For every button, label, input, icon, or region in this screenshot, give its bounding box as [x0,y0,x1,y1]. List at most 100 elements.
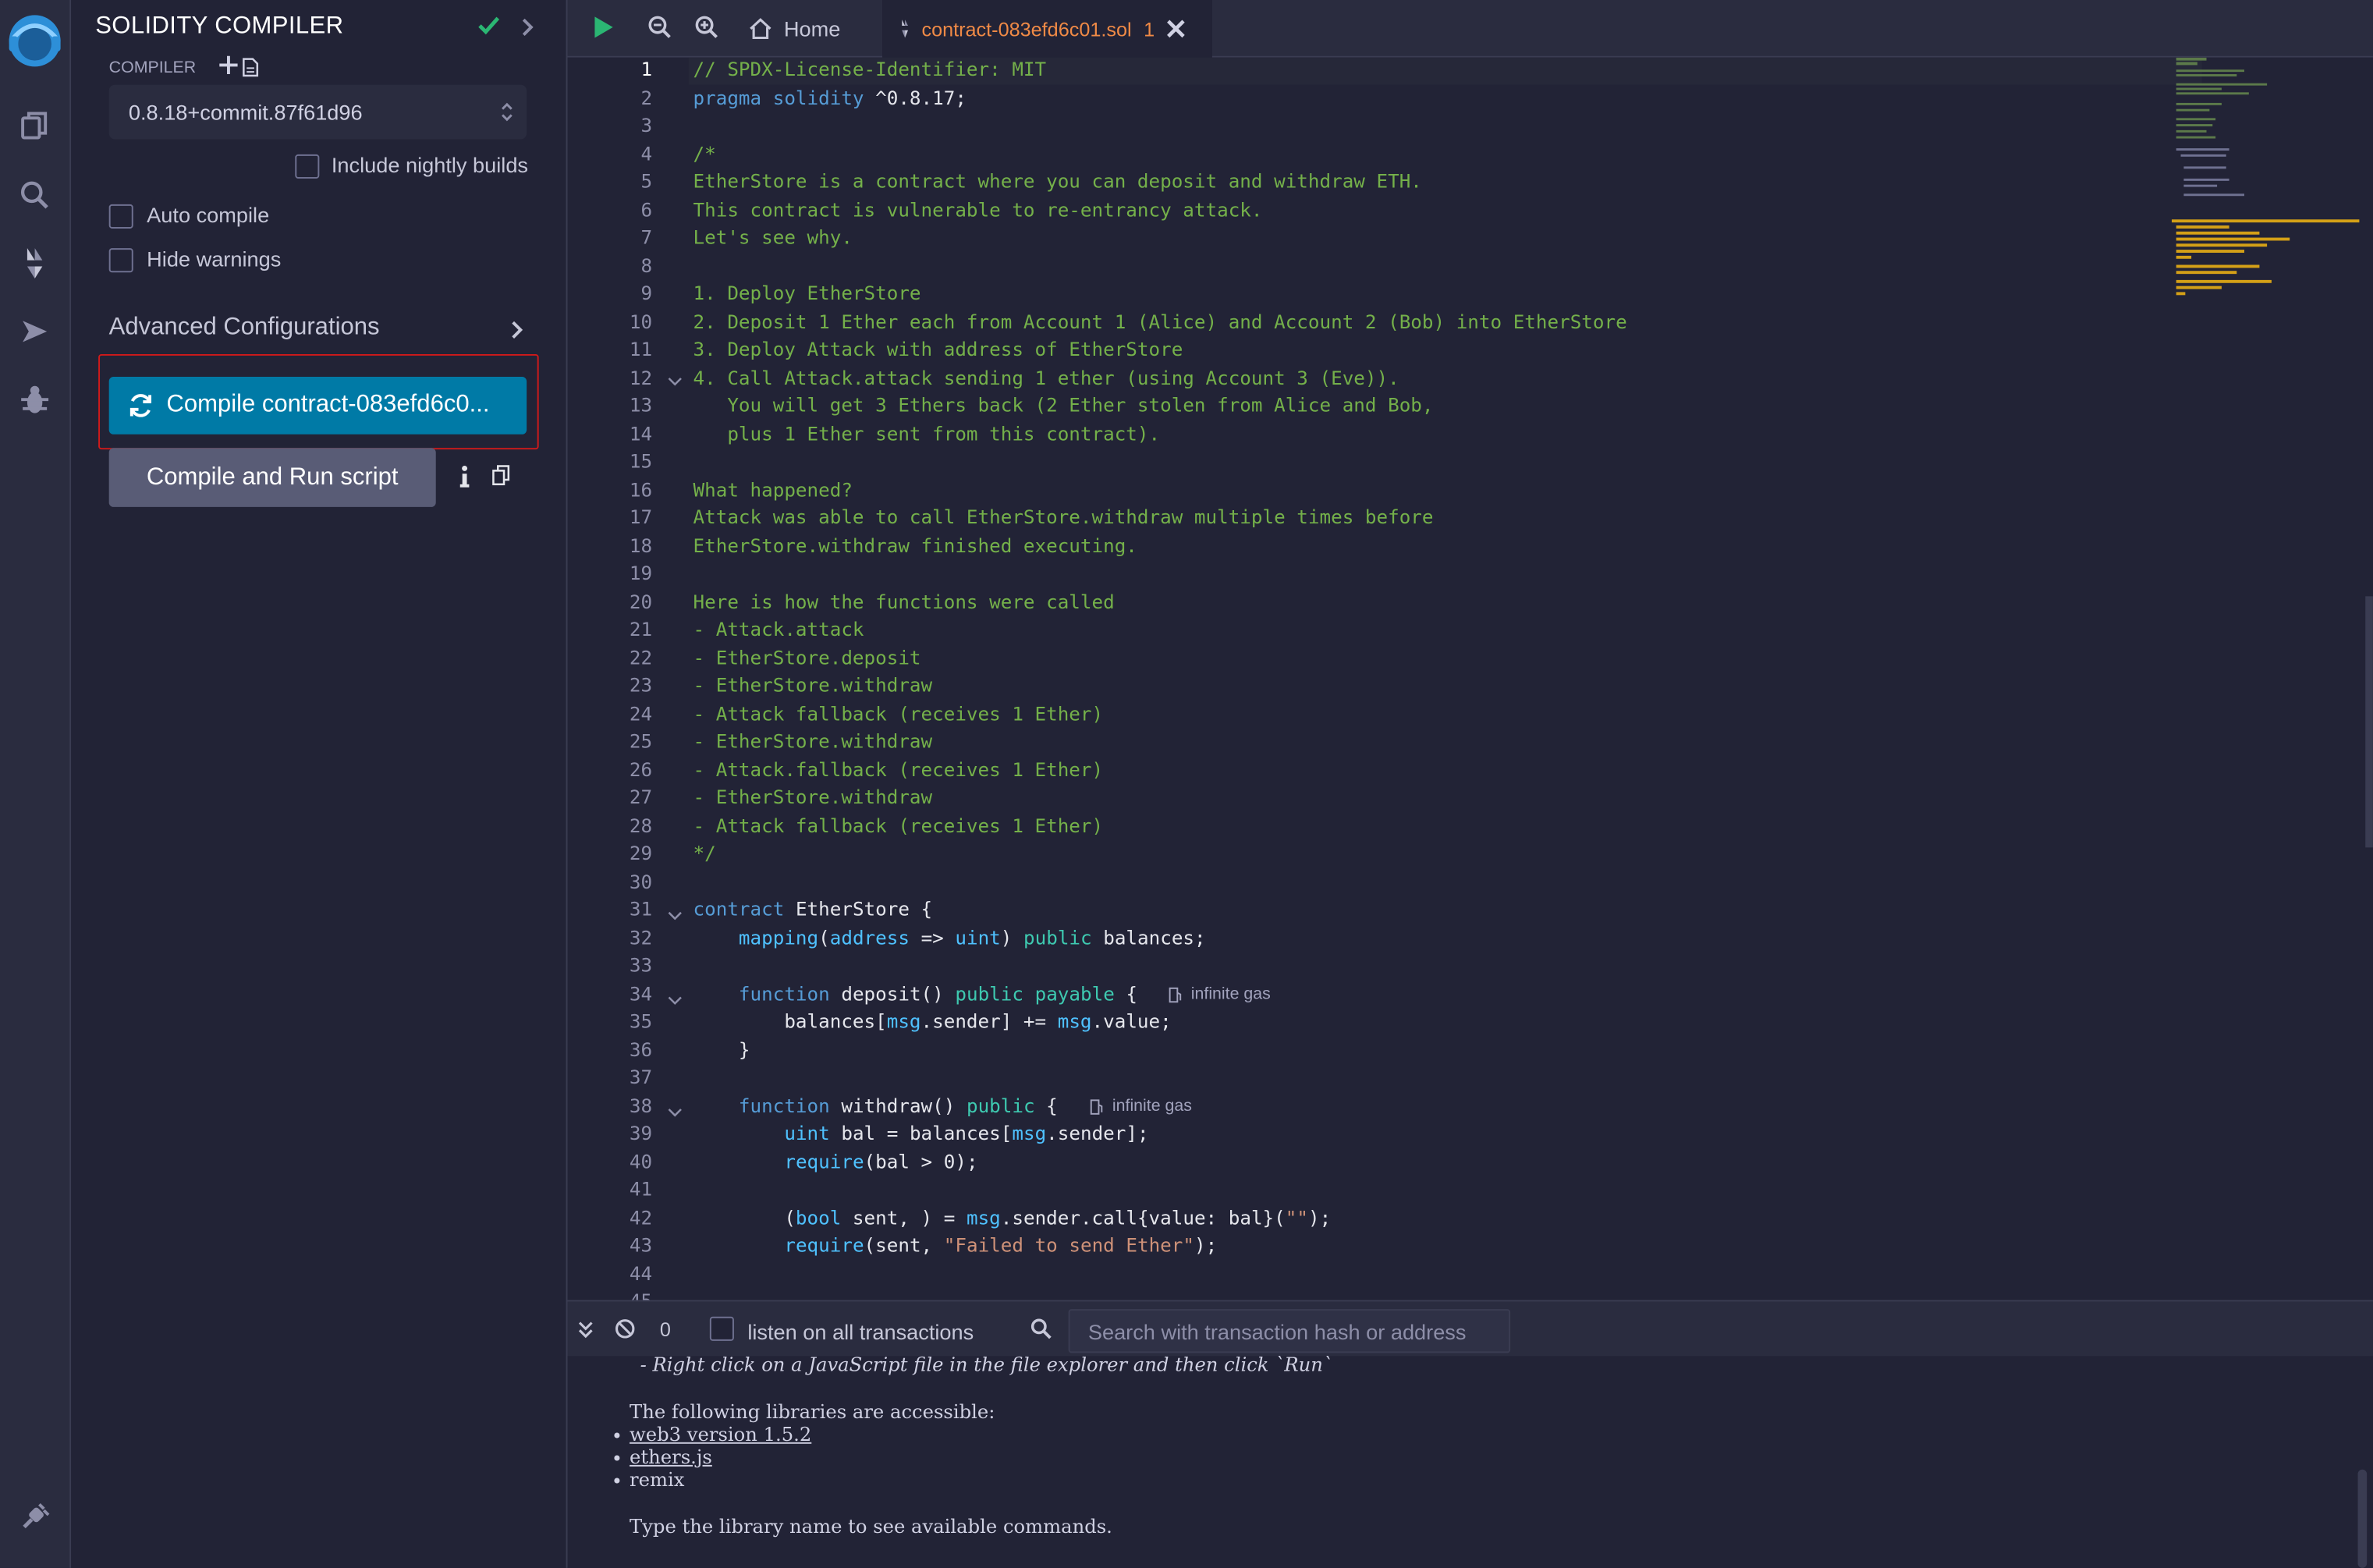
line-number: 2 [640,85,653,108]
code-line: - EtherStore.withdraw [693,785,933,808]
compile-and-run-button[interactable]: Compile and Run script [108,448,436,507]
line-number: 10 [629,309,653,332]
code-line: EtherStore is a contract where you can d… [693,169,1422,193]
gas-estimate: infinite gas [1169,985,1271,1003]
code-line: Attack was able to call EtherStore.withd… [693,505,1434,529]
line-number: 28 [629,813,653,836]
line-number: 16 [629,477,653,501]
block-icon[interactable] [615,1318,636,1347]
auto-compile-checkbox[interactable] [108,204,133,229]
bullet: • [611,1424,623,1447]
line-number: 19 [629,561,653,584]
line-number: 6 [640,197,653,221]
gas-pump-icon [1090,1098,1105,1114]
tab-problem-count: 1 [1144,17,1155,41]
tab-home-label: Home [783,16,841,41]
code-line: 1. Deploy EtherStore [693,281,921,304]
line-number: 34 [629,981,653,1005]
line-number: 22 [629,645,653,669]
line-number: 36 [629,1037,653,1060]
line-number: 35 [629,1009,653,1033]
code-line: /* [693,141,716,165]
search-icon [1030,1318,1052,1347]
remix-logo-icon[interactable] [3,9,66,73]
code-line: - EtherStore.withdraw [693,673,933,697]
search-icon[interactable] [11,171,59,219]
copy-icon[interactable] [492,465,510,494]
minimap[interactable] [2171,57,2360,1300]
code-editor[interactable]: 1 2 3 4 5 6 7 8 9 10 11 12 13 14 15 16 17 18 19 20 21 22 23 24 2… [567,57,2373,1300]
auto-compile-label: Auto compile [147,202,270,227]
library-link-web3[interactable]: web3 version 1.5.2 [630,1423,811,1446]
code-line: 2. Deposit 1 Ether each from Account 1 (… [693,309,1627,332]
terminal-scrollbar[interactable] [2357,1469,2368,1568]
fold-arrow-icon[interactable] [668,902,683,929]
deploy-run-icon[interactable] [11,307,59,356]
advanced-configurations-toggle[interactable]: Advanced Configurations [109,315,380,342]
fold-arrow-icon[interactable] [668,367,683,395]
line-number: 44 [629,1261,653,1285]
code-line: EtherStore.withdraw finished executing. [693,533,1137,556]
line-number: 9 [640,281,653,304]
code-line: contract EtherStore { [693,897,933,921]
chevron-right-icon[interactable] [520,16,535,45]
code-line: require(bal > 0); [784,1149,978,1172]
line-number: 41 [629,1177,653,1201]
code-line: 3. Deploy Attack with address of EtherSt… [693,337,1183,360]
play-icon[interactable] [592,15,616,47]
library-link-ethers[interactable]: ethers.js [630,1446,712,1468]
code-line: require(sent, "Failed to send Ether"); [784,1233,1218,1257]
plugin-manager-icon[interactable] [11,1492,59,1541]
line-number: 8 [640,253,653,277]
info-icon[interactable] [459,465,471,497]
transaction-search-field[interactable] [1068,1309,1511,1353]
transaction-search-input[interactable] [1069,1311,1509,1352]
code-line: - Attack.fallback (receives 1 Ether) [693,757,1104,781]
refresh-icon [127,392,154,419]
pending-transactions-count: 0 [659,1318,671,1341]
zoom-out-icon[interactable] [647,15,672,47]
compile-button[interactable]: Compile contract-083efd6c0... [108,377,527,435]
fold-arrow-icon[interactable] [668,987,683,1014]
zoom-in-icon[interactable] [694,15,718,47]
line-number: 4 [640,141,653,165]
plus-icon[interactable] [218,55,239,82]
tab-home[interactable]: Home [747,0,840,56]
chevron-right-icon[interactable] [510,319,525,348]
solidity-compiler-icon[interactable] [11,239,59,288]
line-number: 39 [629,1121,653,1144]
editor-tab-bar: Home contract-083efd6c01.sol 1 [567,0,2373,58]
line-number: 18 [629,533,653,556]
bullet: • [611,1446,623,1470]
terminal-toolbar: 0 listen on all transactions [567,1300,2373,1358]
fold-arrow-icon[interactable] [668,1098,683,1126]
include-nightly-checkbox[interactable] [295,154,320,179]
line-number: 15 [629,449,653,473]
library-remix: remix [630,1467,685,1491]
document-icon[interactable] [242,58,259,85]
line-number: 14 [629,421,653,445]
panel-title: SOLIDITY COMPILER [95,13,344,40]
line-number: 40 [629,1149,653,1172]
close-icon[interactable] [1167,20,1185,38]
icon-panel [0,0,72,1568]
hide-warnings-checkbox[interactable] [108,248,133,273]
listen-all-transactions-label: listen on all transactions [747,1319,974,1344]
tab-contract-file[interactable]: contract-083efd6c01.sol 1 [882,0,1212,58]
line-number: 23 [629,673,653,697]
listen-all-transactions-checkbox[interactable] [709,1316,734,1341]
debugger-icon[interactable] [11,375,59,424]
code-line: - Attack fallback (receives 1 Ether) [693,813,1104,836]
solidity-compiler-panel: SOLIDITY COMPILER COMPILER 0.8.18+commit… [71,0,568,1568]
terminal-line: Type the library name to see available c… [630,1514,1112,1538]
double-chevron-down-icon[interactable] [578,1320,593,1347]
line-number: 45 [568,1290,652,1300]
line-number: 11 [629,337,653,360]
code-line: plus 1 Ether sent from this contract). [693,421,1161,445]
code-line: Here is how the functions were called [693,589,1115,612]
compiler-version-select[interactable]: 0.8.18+commit.87f61d96 [108,84,527,140]
code-line: */ [693,841,716,864]
code-line: function deposit() public payable { [738,981,1138,1005]
file-explorer-icon[interactable] [11,101,59,150]
editor-scrollbar[interactable] [2365,596,2373,848]
